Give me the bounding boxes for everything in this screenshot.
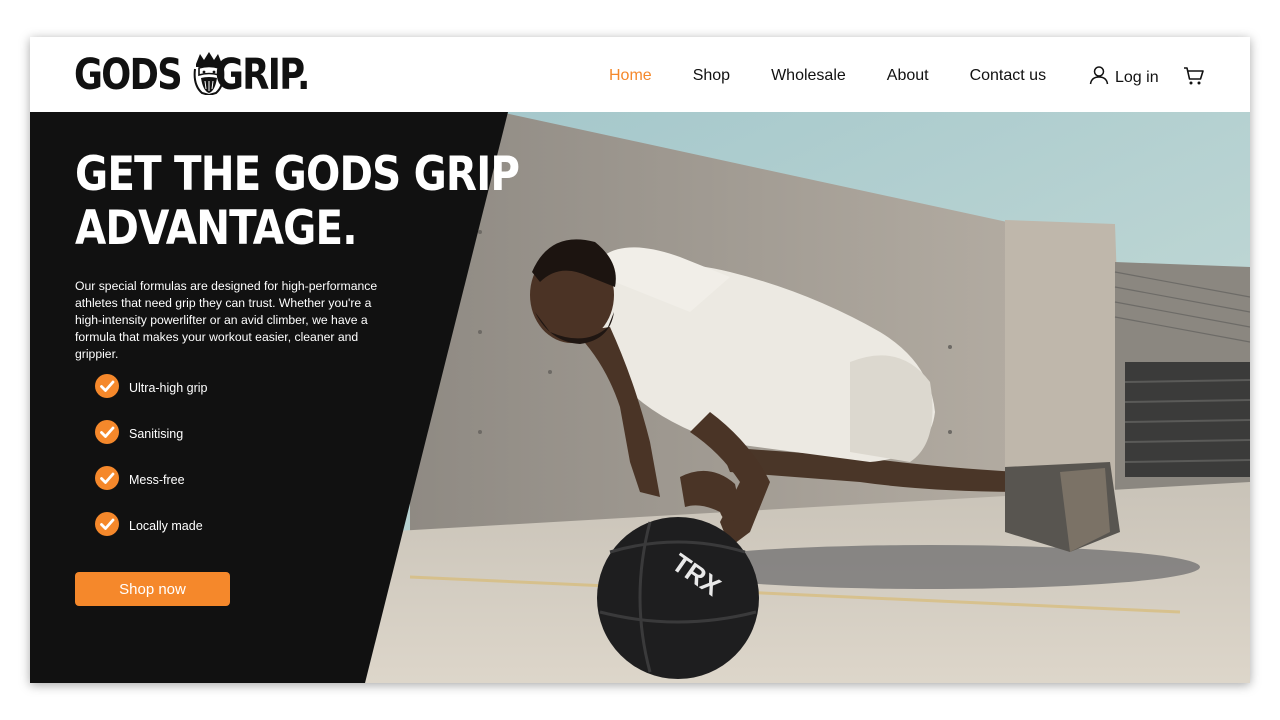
logo[interactable]: GODS GRIP. [74,51,329,99]
main-nav: Home Shop Wholesale About Contact us [609,67,1087,85]
browser-viewport: GODS GRIP. Home Shop Wholesale About Con… [30,37,1250,683]
logo-word-gods: GODS [74,50,183,100]
site-header: GODS GRIP. Home Shop Wholesale About Con… [30,37,1250,112]
feature-item: Locally made [95,511,208,537]
feature-list: Ultra-high grip Sanitising Mess-free Loc… [95,373,208,561]
feature-label: Ultra-high grip [129,381,208,395]
hero-description-line: athletes that need grip they can trust. … [75,296,372,310]
feature-item: Sanitising [95,419,208,445]
hero-description-line: high-intensity powerlifter or an avid cl… [75,313,368,327]
feature-item: Ultra-high grip [95,373,208,399]
user-icon [1089,65,1109,90]
cart-button[interactable] [1183,66,1205,91]
login-label: Log in [1115,68,1159,86]
hero-description-line: Our special formulas are designed for hi… [75,279,378,293]
feature-label: Locally made [129,519,203,533]
check-circle-icon [95,419,119,449]
check-circle-icon [95,511,119,541]
nav-link-shop[interactable]: Shop [693,67,730,85]
hero-headline: GET THE GODS GRIP ADVANTAGE. [75,147,520,256]
nav-link-wholesale[interactable]: Wholesale [771,67,846,85]
feature-label: Sanitising [129,427,184,441]
cart-icon [1183,67,1205,90]
nav-link-about[interactable]: About [887,67,929,85]
logo-word-grip: GRIP. [214,50,310,100]
check-circle-icon [95,465,119,495]
hero-headline-line2: ADVANTAGE. [75,201,358,256]
nav-link-home[interactable]: Home [609,67,652,85]
hero-headline-line1: GET THE GODS GRIP [75,147,520,202]
hero-description-line: formula that makes your workout easier, … [75,330,359,361]
login-button[interactable]: Log in [1089,65,1159,90]
shop-now-button[interactable]: Shop now [75,572,230,606]
check-circle-icon [95,373,119,403]
nav-link-contact[interactable]: Contact us [970,67,1046,85]
feature-label: Mess-free [129,473,185,487]
hero-description: Our special formulas are designed for hi… [75,278,395,363]
feature-item: Mess-free [95,465,208,491]
hero-section: TRX GET THE GODS GRIP ADVANTAGE. Our spe… [30,112,1250,683]
